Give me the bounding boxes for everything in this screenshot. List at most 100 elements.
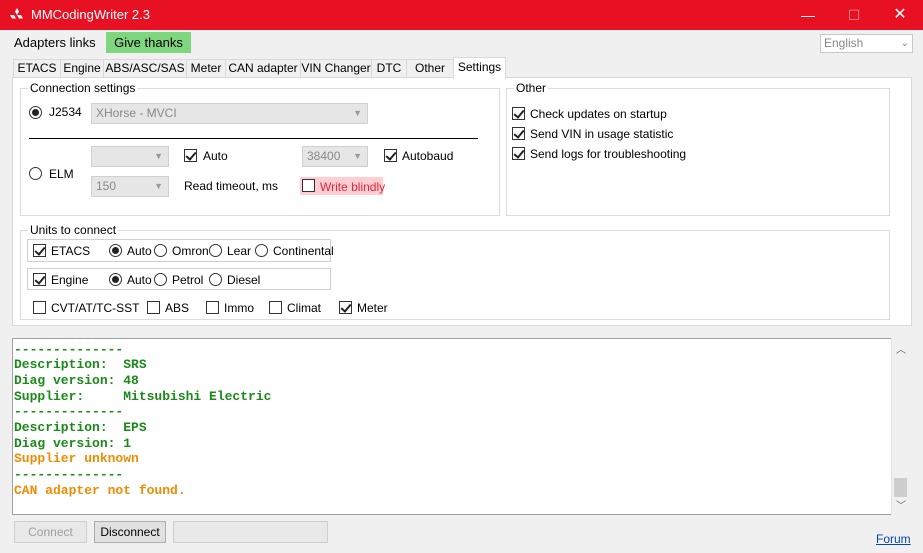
- log-line: Diag version: 1: [14, 436, 132, 451]
- log-line: Supplier unknown: [14, 451, 139, 466]
- etacs-omron-label: Omron: [172, 244, 209, 258]
- j2534-device-select[interactable]: XHorse - MVCI ▼: [91, 103, 368, 124]
- connection-settings-legend: Connection settings: [28, 81, 138, 95]
- etacs-continental-radio[interactable]: [255, 244, 268, 257]
- language-selected-value: English: [824, 36, 864, 50]
- etacs-lear-label: Lear: [227, 244, 252, 258]
- autobaud-checkbox[interactable]: [384, 149, 397, 162]
- etacs-label: ETACS: [51, 244, 91, 258]
- language-select[interactable]: English ⌄: [820, 34, 913, 53]
- log-scrollbar[interactable]: ︿ ﹀: [891, 338, 909, 515]
- chevron-up-icon[interactable]: ︿: [896, 341, 906, 356]
- send-vin-label: Send VIN in usage statistic: [530, 127, 674, 141]
- tab-dtc[interactable]: DTC: [371, 59, 407, 78]
- engine-diesel-label: Diesel: [227, 273, 261, 287]
- engine-unit-row: Engine Auto Petrol Diesel: [27, 268, 331, 290]
- write-blindly-label: Write blindly: [320, 180, 386, 194]
- connection-settings-group: Connection settings J2534 XHorse - MVCI …: [20, 81, 500, 216]
- elm-label: ELM: [49, 167, 74, 181]
- tab-other[interactable]: Other: [406, 59, 454, 78]
- engine-checkbox[interactable]: [33, 273, 46, 286]
- send-logs-checkbox[interactable]: [512, 147, 525, 160]
- tab-settings[interactable]: Settings: [453, 57, 506, 79]
- check-updates-label: Check updates on startup: [530, 107, 667, 121]
- autobaud-label: Autobaud: [402, 149, 454, 163]
- disconnect-button[interactable]: Disconnect: [94, 521, 166, 543]
- forum-link[interactable]: Forum: [876, 532, 911, 546]
- log-output[interactable]: -------------- Description: SRS Diag ver…: [12, 338, 908, 515]
- other-settings-group: Other Check updates on startup Send VIN …: [506, 81, 890, 216]
- immo-label: Immo: [224, 301, 254, 315]
- units-to-connect-group: Units to connect ETACS Auto Omron Lear C…: [20, 223, 890, 320]
- divider: [29, 138, 478, 139]
- maximize-button[interactable]: ☐: [831, 0, 877, 30]
- chevron-down-icon: ▼: [154, 151, 163, 161]
- etacs-omron-radio[interactable]: [154, 244, 167, 257]
- log-line: Description: EPS: [14, 420, 147, 435]
- meter-checkbox[interactable]: [339, 301, 352, 314]
- etacs-auto-label: Auto: [127, 244, 152, 258]
- send-logs-label: Send logs for troubleshooting: [530, 147, 687, 161]
- connect-button[interactable]: Connect: [14, 521, 87, 543]
- baud-rate-value: 38400: [307, 149, 341, 163]
- engine-diesel-radio[interactable]: [209, 273, 222, 286]
- climat-checkbox[interactable]: [269, 301, 282, 314]
- other-settings-legend: Other: [514, 81, 549, 95]
- elm-radio[interactable]: [29, 167, 42, 180]
- cvt-checkbox[interactable]: [33, 301, 46, 314]
- etacs-lear-radio[interactable]: [209, 244, 222, 257]
- close-button[interactable]: ✕: [877, 0, 923, 30]
- cvt-label: CVT/AT/TC-SST: [51, 301, 140, 315]
- j2534-device-value: XHorse - MVCI: [96, 106, 177, 120]
- read-timeout-select[interactable]: 150 ▼: [91, 176, 169, 197]
- etacs-continental-label: Continental: [273, 244, 334, 258]
- engine-petrol-radio[interactable]: [154, 273, 167, 286]
- status-field: [173, 521, 328, 543]
- tab-meter[interactable]: Meter: [186, 59, 226, 78]
- elm-port-select[interactable]: ▼: [91, 146, 169, 167]
- send-vin-checkbox[interactable]: [512, 127, 525, 140]
- chevron-down-icon: ▼: [353, 108, 362, 118]
- title-bar: MMCodingWriter 2.3 — ☐ ✕: [0, 0, 923, 30]
- etacs-unit-row: ETACS Auto Omron Lear Continental: [27, 239, 334, 262]
- tab-abs-asc-sas[interactable]: ABS/ASC/SAS: [103, 59, 187, 78]
- baud-rate-select[interactable]: 38400 ▼: [302, 146, 368, 167]
- log-line: --------------: [14, 404, 124, 419]
- j2534-radio[interactable]: [29, 106, 42, 119]
- etacs-checkbox[interactable]: [33, 244, 46, 257]
- engine-label: Engine: [51, 273, 89, 287]
- engine-auto-label: Auto: [127, 273, 152, 287]
- log-line: CAN adapter not found.: [14, 483, 186, 498]
- give-thanks-button[interactable]: Give thanks: [106, 32, 191, 53]
- chevron-down-icon[interactable]: ﹀: [896, 497, 906, 512]
- chevron-down-icon: ▼: [154, 181, 163, 191]
- climat-label: Climat: [287, 301, 322, 315]
- etacs-auto-radio[interactable]: [109, 244, 122, 257]
- settings-panel: Connection settings J2534 XHorse - MVCI …: [12, 77, 912, 326]
- chevron-down-icon: ⌄: [900, 38, 909, 49]
- tab-engine[interactable]: Engine: [60, 59, 104, 78]
- engine-auto-radio[interactable]: [109, 273, 122, 286]
- j2534-label: J2534: [49, 105, 82, 119]
- log-line: --------------: [14, 467, 124, 482]
- log-line: Supplier: Mitsubishi Electric: [14, 389, 272, 404]
- window-title: MMCodingWriter 2.3: [31, 7, 150, 22]
- scrollbar-thumb[interactable]: [894, 478, 907, 497]
- log-line: Diag version: 48: [14, 373, 139, 388]
- log-line: --------------: [14, 342, 124, 357]
- check-updates-checkbox[interactable]: [512, 107, 525, 120]
- minimize-button[interactable]: —: [785, 0, 831, 30]
- engine-petrol-label: Petrol: [172, 273, 204, 287]
- write-blindly-checkbox[interactable]: [302, 179, 315, 192]
- tab-vin-changer[interactable]: VIN Changer: [300, 59, 372, 78]
- immo-checkbox[interactable]: [206, 301, 219, 314]
- meter-label: Meter: [357, 301, 388, 315]
- tab-etacs[interactable]: ETACS: [13, 59, 61, 78]
- units-to-connect-legend: Units to connect: [28, 223, 119, 237]
- read-timeout-value: 150: [96, 179, 117, 193]
- auto-port-checkbox[interactable]: [184, 149, 197, 162]
- read-timeout-label: Read timeout, ms: [184, 179, 279, 193]
- adapters-links-menu[interactable]: Adapters links: [14, 33, 96, 53]
- abs-checkbox[interactable]: [147, 301, 160, 314]
- tab-can-adapter[interactable]: CAN adapter: [225, 59, 301, 78]
